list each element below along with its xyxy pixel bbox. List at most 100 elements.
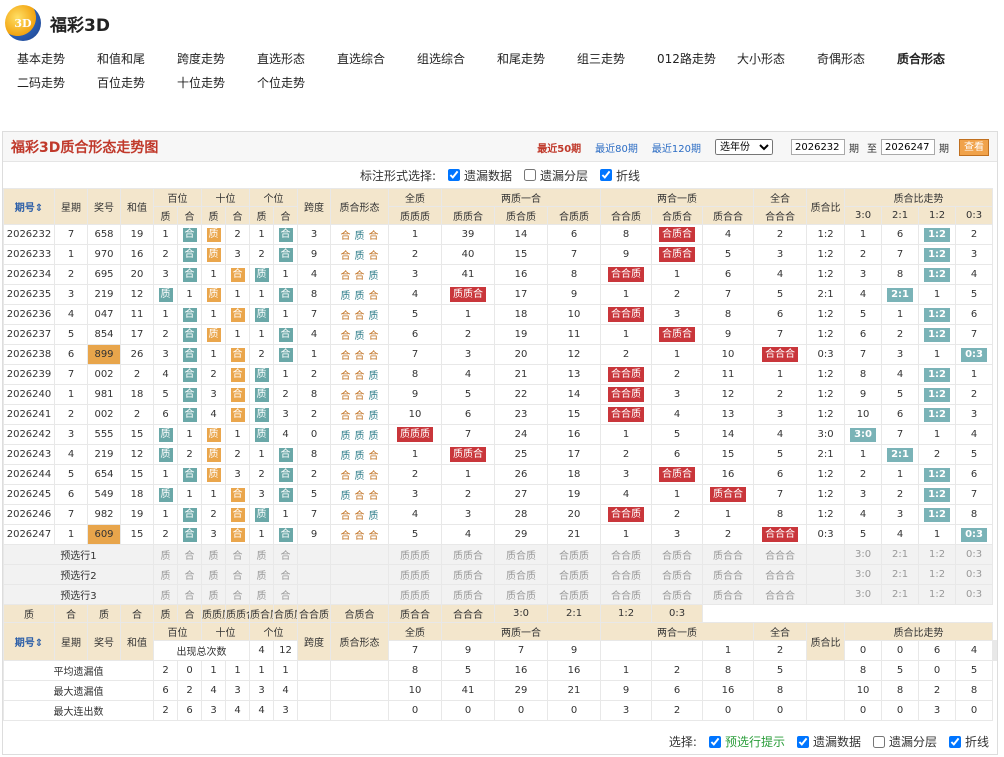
missing-data-checkbox[interactable]	[448, 169, 460, 181]
nav-item[interactable]: 基本走势	[17, 50, 97, 67]
preselect-ratio[interactable]: 1:2	[918, 564, 957, 585]
preselect-shape[interactable]: 质质合	[441, 564, 495, 585]
option-polyline[interactable]: 折线	[600, 167, 640, 184]
issue-header[interactable]: 期号⇕	[3, 188, 55, 225]
preselect-shape[interactable]: 合质合	[651, 584, 704, 605]
preselect-he[interactable]: 合	[177, 564, 202, 585]
preselect-row[interactable]: 预选行2 质合质合质合质质质 质质合 质合质 合质质 合合质 合质合 质合合 合合合 3:0 2:1…	[3, 564, 997, 585]
footer-missing-layer-checkbox[interactable]	[872, 735, 885, 748]
preselect-ratio[interactable]: 1:2	[918, 584, 957, 605]
option-missing-data[interactable]: 遗漏数据	[448, 167, 512, 184]
footer-missing-data-checkbox[interactable]	[796, 735, 809, 748]
polyline-checkbox[interactable]	[600, 169, 613, 181]
preselect-zhi[interactable]: 质	[153, 584, 178, 605]
preselect-ratio[interactable]: 0:3	[955, 584, 994, 605]
preselect-he[interactable]: 合	[273, 584, 298, 605]
preselect-he[interactable]: 合	[225, 564, 250, 585]
preselect-shape[interactable]: 质合质	[494, 584, 548, 605]
nav-item[interactable]: 奇偶形态	[817, 50, 897, 67]
preselect-shape[interactable]: 合质质	[546, 584, 602, 605]
preselect-he[interactable]: 合	[177, 544, 202, 565]
to-period-input[interactable]	[881, 139, 935, 155]
preselect-he[interactable]: 合	[225, 544, 250, 565]
shape-col-header: 质质合	[441, 206, 495, 225]
preselect-shape[interactable]: 质合质	[494, 544, 548, 565]
hit-marker: 合合质	[608, 507, 645, 522]
nav-item[interactable]: 百位走势	[97, 74, 177, 91]
nav-item[interactable]: 和尾走势	[497, 50, 577, 67]
preselect-shape[interactable]: 质合合	[702, 544, 755, 565]
option-missing-layer[interactable]: 遗漏分层	[524, 167, 588, 184]
recent-80-link[interactable]: 最近80期	[595, 140, 638, 155]
issue-cell: 2026235	[3, 284, 55, 305]
fc3d-logo[interactable]: 3D	[5, 5, 41, 41]
preselect-shape[interactable]: 质质合	[441, 544, 495, 565]
footer-option-preselect[interactable]: 预选行提示	[708, 733, 785, 750]
footer-option-missing-layer[interactable]: 遗漏分层	[872, 733, 937, 750]
nav-item[interactable]: 大小形态	[737, 50, 817, 67]
preselect-shape[interactable]: 合合质	[600, 564, 653, 585]
nav-item[interactable]: 二码走势	[17, 74, 97, 91]
nav-item[interactable]: 直选综合	[337, 50, 417, 67]
preselect-he[interactable]: 合	[273, 544, 298, 565]
preselect-shape[interactable]: 合合质	[600, 584, 653, 605]
nav-item[interactable]: 和值和尾	[97, 50, 177, 67]
preselect-row[interactable]: 预选行1 质合质合质合质质质 质质合 质合质 合质质 合合质 合质合 质合合 合合合 3:0 2:1…	[3, 544, 997, 565]
preselect-ratio[interactable]: 2:1	[881, 584, 920, 605]
preselect-zhi[interactable]: 质	[201, 584, 226, 605]
preselect-shape[interactable]: 合质质	[546, 564, 602, 585]
nav-item[interactable]: 跨度走势	[177, 50, 257, 67]
preselect-zhi[interactable]: 质	[249, 584, 274, 605]
preselect-shape[interactable]: 质合合	[702, 584, 755, 605]
footer-option-missing-data[interactable]: 遗漏数据	[796, 733, 861, 750]
preselect-ratio[interactable]: 3:0	[844, 564, 883, 585]
preselect-hint-checkbox[interactable]	[708, 735, 721, 748]
nav-item[interactable]: 质合形态	[897, 50, 977, 67]
preselect-he[interactable]: 合	[225, 584, 250, 605]
year-select[interactable]: 选年份	[715, 139, 773, 155]
preselect-shape[interactable]: 质质质	[388, 584, 442, 605]
preselect-shape[interactable]: 质质质	[388, 564, 442, 585]
nav-item[interactable]: 个位走势	[257, 74, 337, 91]
nav-item[interactable]: 直选形态	[257, 50, 337, 67]
preselect-shape[interactable]: 合质合	[651, 564, 704, 585]
nav-item[interactable]: 组三走势	[577, 50, 657, 67]
preselect-zhi[interactable]: 质	[249, 544, 274, 565]
preselect-zhi[interactable]: 质	[153, 564, 178, 585]
preselect-shape[interactable]: 合合合	[753, 564, 808, 585]
preselect-shape[interactable]: 质质合	[441, 584, 495, 605]
preselect-shape[interactable]: 合质质	[546, 544, 602, 565]
preselect-zhi[interactable]: 质	[249, 564, 274, 585]
preselect-shape[interactable]: 合合质	[600, 544, 653, 565]
nav-item[interactable]: 012路走势	[657, 50, 737, 67]
footer-option-polyline[interactable]: 折线	[948, 733, 989, 750]
missing-layer-checkbox[interactable]	[524, 169, 537, 181]
preselect-he[interactable]: 合	[177, 584, 202, 605]
preselect-ratio[interactable]: 0:3	[955, 564, 994, 585]
preselect-shape[interactable]: 质合合	[702, 564, 755, 585]
issue-header[interactable]: 期号⇕	[3, 622, 55, 661]
preselect-ratio[interactable]: 0:3	[955, 544, 994, 565]
preselect-shape[interactable]: 质质质	[388, 544, 442, 565]
recent-50-link[interactable]: 最近50期	[537, 140, 581, 155]
preselect-zhi[interactable]: 质	[201, 544, 226, 565]
preselect-ratio[interactable]: 2:1	[881, 544, 920, 565]
preselect-zhi[interactable]: 质	[153, 544, 178, 565]
preselect-shape[interactable]: 合质合	[651, 544, 704, 565]
recent-120-link[interactable]: 最近120期	[652, 140, 701, 155]
preselect-ratio[interactable]: 1:2	[918, 544, 957, 565]
preselect-ratio[interactable]: 3:0	[844, 544, 883, 565]
view-button[interactable]: 查看	[959, 138, 989, 156]
nav-item[interactable]: 组选综合	[417, 50, 497, 67]
footer-polyline-checkbox[interactable]	[948, 735, 961, 748]
preselect-ratio[interactable]: 2:1	[881, 564, 920, 585]
preselect-shape[interactable]: 合合合	[753, 584, 808, 605]
preselect-shape[interactable]: 质合质	[494, 564, 548, 585]
preselect-shape[interactable]: 合合合	[753, 544, 808, 565]
preselect-ratio[interactable]: 3:0	[844, 584, 883, 605]
preselect-he[interactable]: 合	[273, 564, 298, 585]
nav-item[interactable]: 十位走势	[177, 74, 257, 91]
preselect-zhi[interactable]: 质	[201, 564, 226, 585]
from-period-input[interactable]	[791, 139, 845, 155]
preselect-row[interactable]: 预选行3 质合质合质合质质质 质质合 质合质 合质质 合合质 合质合 质合合 合合合 3:0 2:1…	[3, 584, 997, 605]
